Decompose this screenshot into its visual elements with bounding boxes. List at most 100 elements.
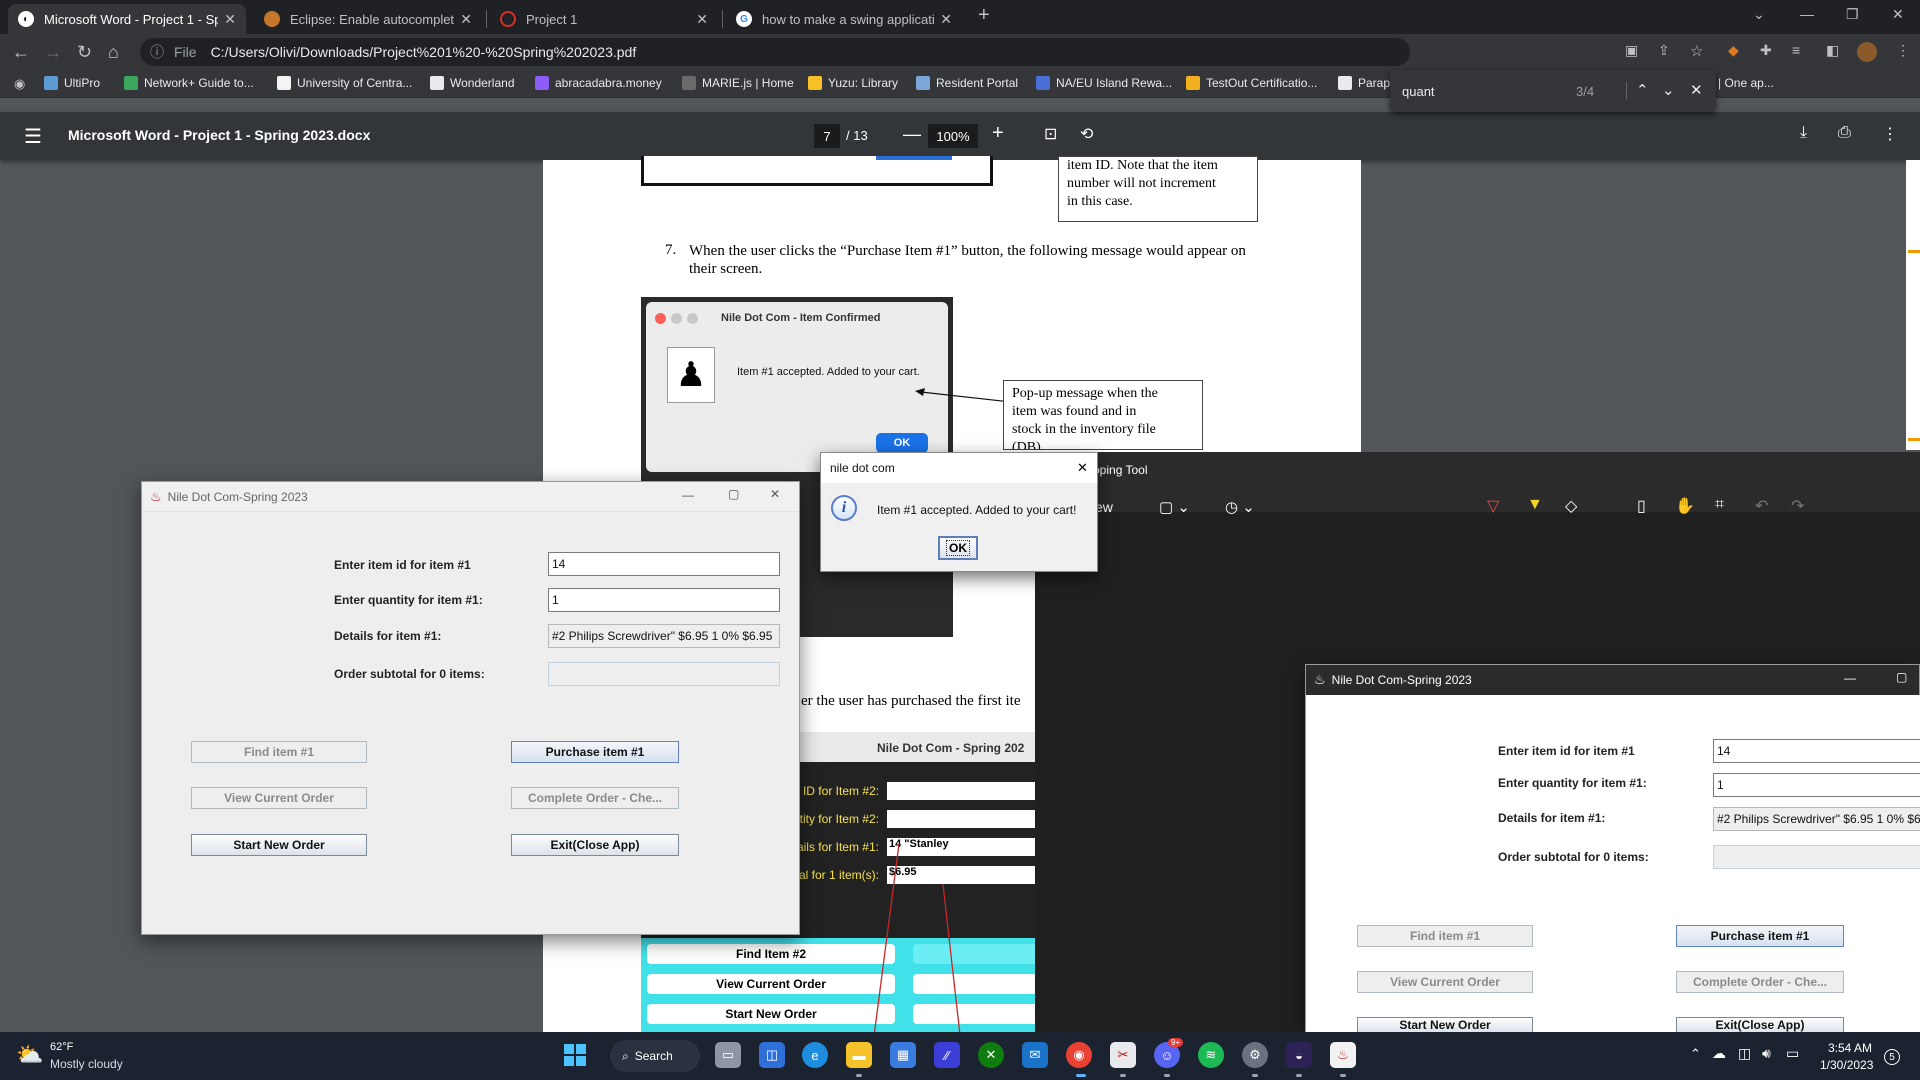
- zoom-in-icon[interactable]: +: [992, 122, 1004, 145]
- side-panel-icon[interactable]: ◧: [1826, 42, 1839, 59]
- eraser-icon[interactable]: ◇: [1565, 496, 1577, 516]
- weather-temp[interactable]: 62°F: [50, 1041, 73, 1053]
- page-number-input[interactable]: 7: [814, 124, 840, 148]
- close-icon[interactable]: ✕: [940, 11, 952, 28]
- minimize-icon[interactable]: —: [682, 488, 694, 502]
- tab-word-project[interactable]: ◐ Microsoft Word - Project 1 - Spri ✕: [8, 4, 246, 34]
- snipping-tool-icon[interactable]: ✂: [1110, 1042, 1136, 1068]
- avatar[interactable]: [1857, 42, 1877, 62]
- find-input[interactable]: quant: [1402, 84, 1435, 99]
- xbox-icon[interactable]: ✕: [978, 1042, 1004, 1068]
- chrome-icon[interactable]: ◉: [14, 76, 25, 92]
- download-icon[interactable]: ⤓: [1800, 124, 1807, 142]
- home-icon[interactable]: ⌂: [108, 42, 119, 63]
- delay-clock-icon[interactable]: ◷ ⌄: [1225, 498, 1255, 516]
- mail-icon[interactable]: ✉: [1022, 1042, 1048, 1068]
- crop-icon[interactable]: ⌗: [1715, 496, 1724, 514]
- forward-icon[interactable]: →: [44, 42, 62, 63]
- start-new-order-button[interactable]: Start New Order: [1357, 1017, 1533, 1033]
- onedrive-icon[interactable]: ☁: [1712, 1045, 1726, 1062]
- maximize-icon[interactable]: ▢: [728, 487, 739, 501]
- show-hidden-icons-icon[interactable]: ⌃: [1690, 1046, 1701, 1062]
- quantity-field[interactable]: 1: [1713, 773, 1920, 797]
- battery-icon[interactable]: ▭: [1786, 1045, 1799, 1062]
- settings-gear-icon[interactable]: ⚙: [1242, 1042, 1268, 1068]
- find-next-icon[interactable]: ⌄: [1662, 81, 1675, 99]
- eclipse-icon[interactable]: ◒: [1286, 1042, 1312, 1068]
- exit-button[interactable]: Exit(Close App): [511, 834, 679, 856]
- weather-cloudy-icon[interactable]: ⛅: [16, 1042, 43, 1068]
- bookmark-resident[interactable]: Resident Portal: [916, 76, 1018, 90]
- tab-search-icon[interactable]: ⌄: [1753, 6, 1765, 23]
- back-icon[interactable]: ←: [12, 42, 30, 63]
- view-order-button[interactable]: View Current Order: [191, 787, 367, 809]
- close-window-icon[interactable]: ✕: [1892, 6, 1904, 23]
- java-app-icon[interactable]: ♨: [1330, 1042, 1356, 1068]
- bookmark-yuzu[interactable]: Yuzu: Library: [808, 76, 898, 90]
- close-icon[interactable]: ✕: [696, 11, 708, 28]
- reading-list-icon[interactable]: ≡: [1792, 42, 1800, 58]
- view-order-button[interactable]: View Current Order: [1357, 971, 1533, 993]
- start-new-order-button[interactable]: Start New Order: [191, 834, 367, 856]
- address-bar[interactable]: ⓘ File C:/Users/Olivi/Downloads/Project%…: [140, 38, 1410, 66]
- store-icon[interactable]: ▦: [890, 1042, 916, 1068]
- bookmark-star-icon[interactable]: ☆: [1690, 42, 1703, 60]
- redo-icon[interactable]: ↷: [1791, 496, 1804, 516]
- quantity-field[interactable]: 1: [548, 588, 780, 612]
- new-tab-button[interactable]: +: [978, 4, 990, 27]
- zoom-level-input[interactable]: 100%: [928, 124, 978, 148]
- pdf-search-icon[interactable]: ▣: [1625, 42, 1638, 59]
- chrome-icon[interactable]: ◉: [1066, 1042, 1092, 1068]
- dialog-close-icon[interactable]: ✕: [1077, 460, 1088, 476]
- hamburger-menu-icon[interactable]: ☰: [24, 124, 42, 149]
- bookmark-ucf[interactable]: University of Centra...: [277, 76, 412, 90]
- edge-icon[interactable]: e: [802, 1042, 828, 1068]
- metamask-icon[interactable]: ◆: [1728, 42, 1739, 59]
- ruler-icon[interactable]: ▯: [1637, 496, 1646, 516]
- visual-studio-icon[interactable]: ⁄⁄: [934, 1042, 960, 1068]
- widgets-icon[interactable]: ◫: [759, 1042, 785, 1068]
- windows-start-icon[interactable]: [564, 1044, 586, 1066]
- volume-icon[interactable]: 🔊︎: [1762, 1045, 1771, 1062]
- clock-time[interactable]: 3:54 AM: [1828, 1041, 1872, 1055]
- bookmark-wonderland[interactable]: Wonderland: [430, 76, 515, 90]
- bookmark-network[interactable]: Network+ Guide to...: [124, 76, 254, 90]
- exit-button[interactable]: Exit(Close App): [1676, 1017, 1844, 1033]
- minimize-icon[interactable]: —: [1800, 6, 1814, 22]
- tab-project1[interactable]: Project 1 ✕: [490, 4, 718, 34]
- tab-eclipse[interactable]: Eclipse: Enable autocomplete / c ✕: [254, 4, 482, 34]
- menu-icon[interactable]: ⋮: [1896, 42, 1910, 59]
- task-view-icon[interactable]: ▭: [715, 1042, 741, 1068]
- bookmark-testout[interactable]: TestOut Certificatio...: [1186, 76, 1317, 90]
- find-item-button[interactable]: Find item #1: [191, 741, 367, 763]
- purchase-item-button[interactable]: Purchase item #1: [511, 741, 679, 763]
- bookmark-parap[interactable]: Parap: [1338, 76, 1390, 90]
- weather-desc[interactable]: Mostly cloudy: [50, 1057, 123, 1071]
- purchase-item-button[interactable]: Purchase item #1: [1676, 925, 1844, 947]
- fit-page-icon[interactable]: ⊡: [1044, 124, 1057, 144]
- clock-date[interactable]: 1/30/2023: [1820, 1058, 1873, 1072]
- notification-count[interactable]: 5: [1884, 1049, 1900, 1065]
- pen-icon[interactable]: ▽: [1487, 496, 1499, 516]
- network-icon[interactable]: ◫: [1738, 1045, 1751, 1062]
- restore-icon[interactable]: ❐: [1846, 6, 1859, 23]
- complete-order-button[interactable]: Complete Order - Che...: [1676, 971, 1844, 993]
- complete-order-button[interactable]: Complete Order - Che...: [511, 787, 679, 809]
- zoom-out-icon[interactable]: —: [903, 124, 921, 145]
- taskbar-search[interactable]: ⌕ Search: [610, 1040, 700, 1072]
- undo-icon[interactable]: ↶: [1755, 496, 1768, 516]
- find-previous-icon[interactable]: ⌃: [1636, 81, 1649, 99]
- bookmark-oneapp[interactable]: | One ap...: [1718, 76, 1774, 90]
- dialog-ok-button[interactable]: OK: [938, 536, 978, 560]
- maximize-icon[interactable]: ▢: [1896, 670, 1907, 684]
- close-icon[interactable]: ✕: [224, 11, 236, 28]
- rotate-icon[interactable]: ⟲: [1080, 124, 1093, 144]
- more-options-icon[interactable]: ⋮: [1882, 124, 1898, 144]
- close-icon[interactable]: ✕: [460, 11, 472, 28]
- print-icon[interactable]: ⎙: [1838, 124, 1851, 142]
- reload-icon[interactable]: ↻: [77, 42, 92, 63]
- find-item-button[interactable]: Find item #1: [1357, 925, 1533, 947]
- close-icon[interactable]: ✕: [770, 487, 780, 501]
- item-id-field[interactable]: 14: [1713, 739, 1920, 763]
- touch-write-icon[interactable]: ✋: [1675, 496, 1695, 516]
